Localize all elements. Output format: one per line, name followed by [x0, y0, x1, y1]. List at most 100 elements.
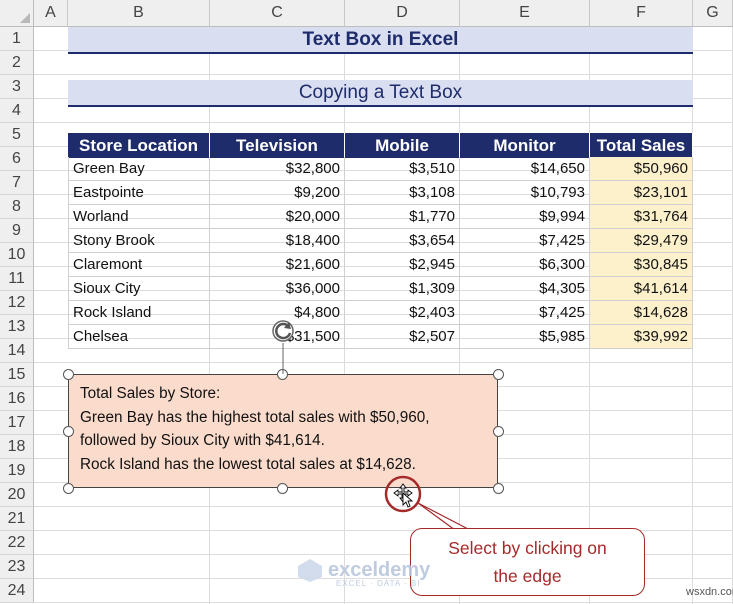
- table-cell[interactable]: Sioux City: [68, 277, 210, 301]
- row-header-23[interactable]: 23: [0, 555, 34, 579]
- table-cell[interactable]: $7,425: [460, 301, 590, 325]
- table-row: Chelsea $31,500 $2,507 $5,985 $39,992: [68, 325, 693, 349]
- text-box[interactable]: Total Sales by Store: Green Bay has the …: [68, 374, 498, 488]
- column-header-f[interactable]: F: [590, 0, 693, 27]
- row-header-18[interactable]: 18: [0, 435, 34, 459]
- spreadsheet[interactable]: ABCDEFG 1 2 3 4 5 6 7 8 9 10 11 12 13 14 15 16 17 18 19 20 2…: [0, 0, 733, 604]
- table-cell[interactable]: $31,764: [590, 205, 693, 229]
- table-cell[interactable]: Stony Brook: [68, 229, 210, 253]
- table-row: Green Bay $32,800 $3,510 $14,650 $50,960: [68, 157, 693, 181]
- table-cell[interactable]: Claremont: [68, 253, 210, 277]
- row-header-17[interactable]: 17: [0, 411, 34, 435]
- table-header-cell[interactable]: Mobile: [345, 133, 460, 158]
- row-header-9[interactable]: 9: [0, 219, 34, 243]
- table-cell[interactable]: $18,400: [210, 229, 345, 253]
- table-cell[interactable]: $21,600: [210, 253, 345, 277]
- row-header-2[interactable]: 2: [0, 51, 34, 75]
- table-cell[interactable]: $1,309: [345, 277, 460, 301]
- table-cell[interactable]: $2,507: [345, 325, 460, 349]
- table-cell[interactable]: $9,200: [210, 181, 345, 205]
- table-cell[interactable]: $6,300: [460, 253, 590, 277]
- table-cell[interactable]: $4,800: [210, 301, 345, 325]
- site-label: wsxdn.com: [686, 586, 733, 598]
- row-header-19[interactable]: 19: [0, 459, 34, 483]
- row-header-8[interactable]: 8: [0, 195, 34, 219]
- table-cell[interactable]: $23,101: [590, 181, 693, 205]
- table-cell[interactable]: $2,945: [345, 253, 460, 277]
- row-header-12[interactable]: 12: [0, 291, 34, 315]
- row-header-24[interactable]: 24: [0, 579, 34, 603]
- row-header-22[interactable]: 22: [0, 531, 34, 555]
- resize-handle[interactable]: [492, 368, 504, 380]
- grid-hline: [34, 506, 733, 507]
- table-row: Worland $20,000 $1,770 $9,994 $31,764: [68, 205, 693, 229]
- row-header-11[interactable]: 11: [0, 267, 34, 291]
- table-cell[interactable]: $10,793: [460, 181, 590, 205]
- table-cell[interactable]: $36,000: [210, 277, 345, 301]
- table-cell[interactable]: $7,425: [460, 229, 590, 253]
- table-cell[interactable]: $20,000: [210, 205, 345, 229]
- grid-hline: [34, 602, 733, 603]
- table-cell[interactable]: $4,305: [460, 277, 590, 301]
- table-header-row: Store Location Television Mobile Monitor Tot…: [68, 133, 693, 158]
- table-cell[interactable]: $32,800: [210, 157, 345, 181]
- grid-hline: [34, 362, 733, 363]
- table-cell[interactable]: $29,479: [590, 229, 693, 253]
- table-cell[interactable]: $9,994: [460, 205, 590, 229]
- row-header-14[interactable]: 14: [0, 339, 34, 363]
- table-cell[interactable]: Chelsea: [68, 325, 210, 349]
- column-header-a[interactable]: A: [34, 0, 68, 27]
- row-header-16[interactable]: 16: [0, 387, 34, 411]
- resize-handle[interactable]: [276, 482, 288, 494]
- row-header-13[interactable]: 13: [0, 315, 34, 339]
- resize-handle[interactable]: [62, 482, 74, 494]
- column-header-e[interactable]: E: [460, 0, 590, 27]
- table-cell[interactable]: Eastpointe: [68, 181, 210, 205]
- callout-line: the edge: [493, 566, 562, 586]
- row-header-20[interactable]: 20: [0, 483, 34, 507]
- row-header-10[interactable]: 10: [0, 243, 34, 267]
- column-header-c[interactable]: C: [210, 0, 345, 27]
- row-header-15[interactable]: 15: [0, 363, 34, 387]
- table-header-cell[interactable]: Store Location: [68, 133, 210, 158]
- table-header-cell[interactable]: Television: [210, 133, 345, 158]
- callout-box: Select by clicking on the edge: [410, 528, 645, 596]
- column-header-b[interactable]: B: [68, 0, 210, 27]
- table-cell[interactable]: $1,770: [345, 205, 460, 229]
- table-header-cell[interactable]: Monitor: [460, 133, 590, 158]
- row-header-7[interactable]: 7: [0, 171, 34, 195]
- column-header-g[interactable]: G: [693, 0, 733, 27]
- table-cell[interactable]: $39,992: [590, 325, 693, 349]
- table-cell[interactable]: $30,845: [590, 253, 693, 277]
- resize-handle[interactable]: [492, 425, 504, 437]
- table-cell[interactable]: $50,960: [590, 157, 693, 181]
- table-cell[interactable]: $3,108: [345, 181, 460, 205]
- column-header-d[interactable]: D: [345, 0, 460, 27]
- table-cell[interactable]: $41,614: [590, 277, 693, 301]
- table-cell[interactable]: $14,650: [460, 157, 590, 181]
- row-header-4[interactable]: 4: [0, 99, 34, 123]
- row-header-1[interactable]: 1: [0, 27, 34, 51]
- table-cell[interactable]: Green Bay: [68, 157, 210, 181]
- table-header-cell[interactable]: Total Sales: [590, 133, 693, 158]
- table-cell[interactable]: $3,510: [345, 157, 460, 181]
- row-header-21[interactable]: 21: [0, 507, 34, 531]
- resize-handle[interactable]: [62, 368, 74, 380]
- table-cell[interactable]: $14,628: [590, 301, 693, 325]
- table-cell[interactable]: $2,403: [345, 301, 460, 325]
- select-all-corner[interactable]: [0, 0, 34, 27]
- row-header-5[interactable]: 5: [0, 123, 34, 147]
- row-header-3[interactable]: 3: [0, 75, 34, 99]
- table-cell[interactable]: $3,654: [345, 229, 460, 253]
- resize-handle[interactable]: [62, 425, 74, 437]
- resize-handle[interactable]: [276, 368, 288, 380]
- row-header-6[interactable]: 6: [0, 147, 34, 171]
- resize-handle[interactable]: [492, 482, 504, 494]
- table-cell[interactable]: Rock Island: [68, 301, 210, 325]
- table-cell[interactable]: Worland: [68, 205, 210, 229]
- textbox-line: Green Bay has the highest total sales wi…: [80, 408, 430, 426]
- table-row: Eastpointe $9,200 $3,108 $10,793 $23,101: [68, 181, 693, 205]
- table-cell[interactable]: $31,500: [210, 325, 345, 349]
- table-cell[interactable]: $5,985: [460, 325, 590, 349]
- grid-hline: [34, 74, 733, 75]
